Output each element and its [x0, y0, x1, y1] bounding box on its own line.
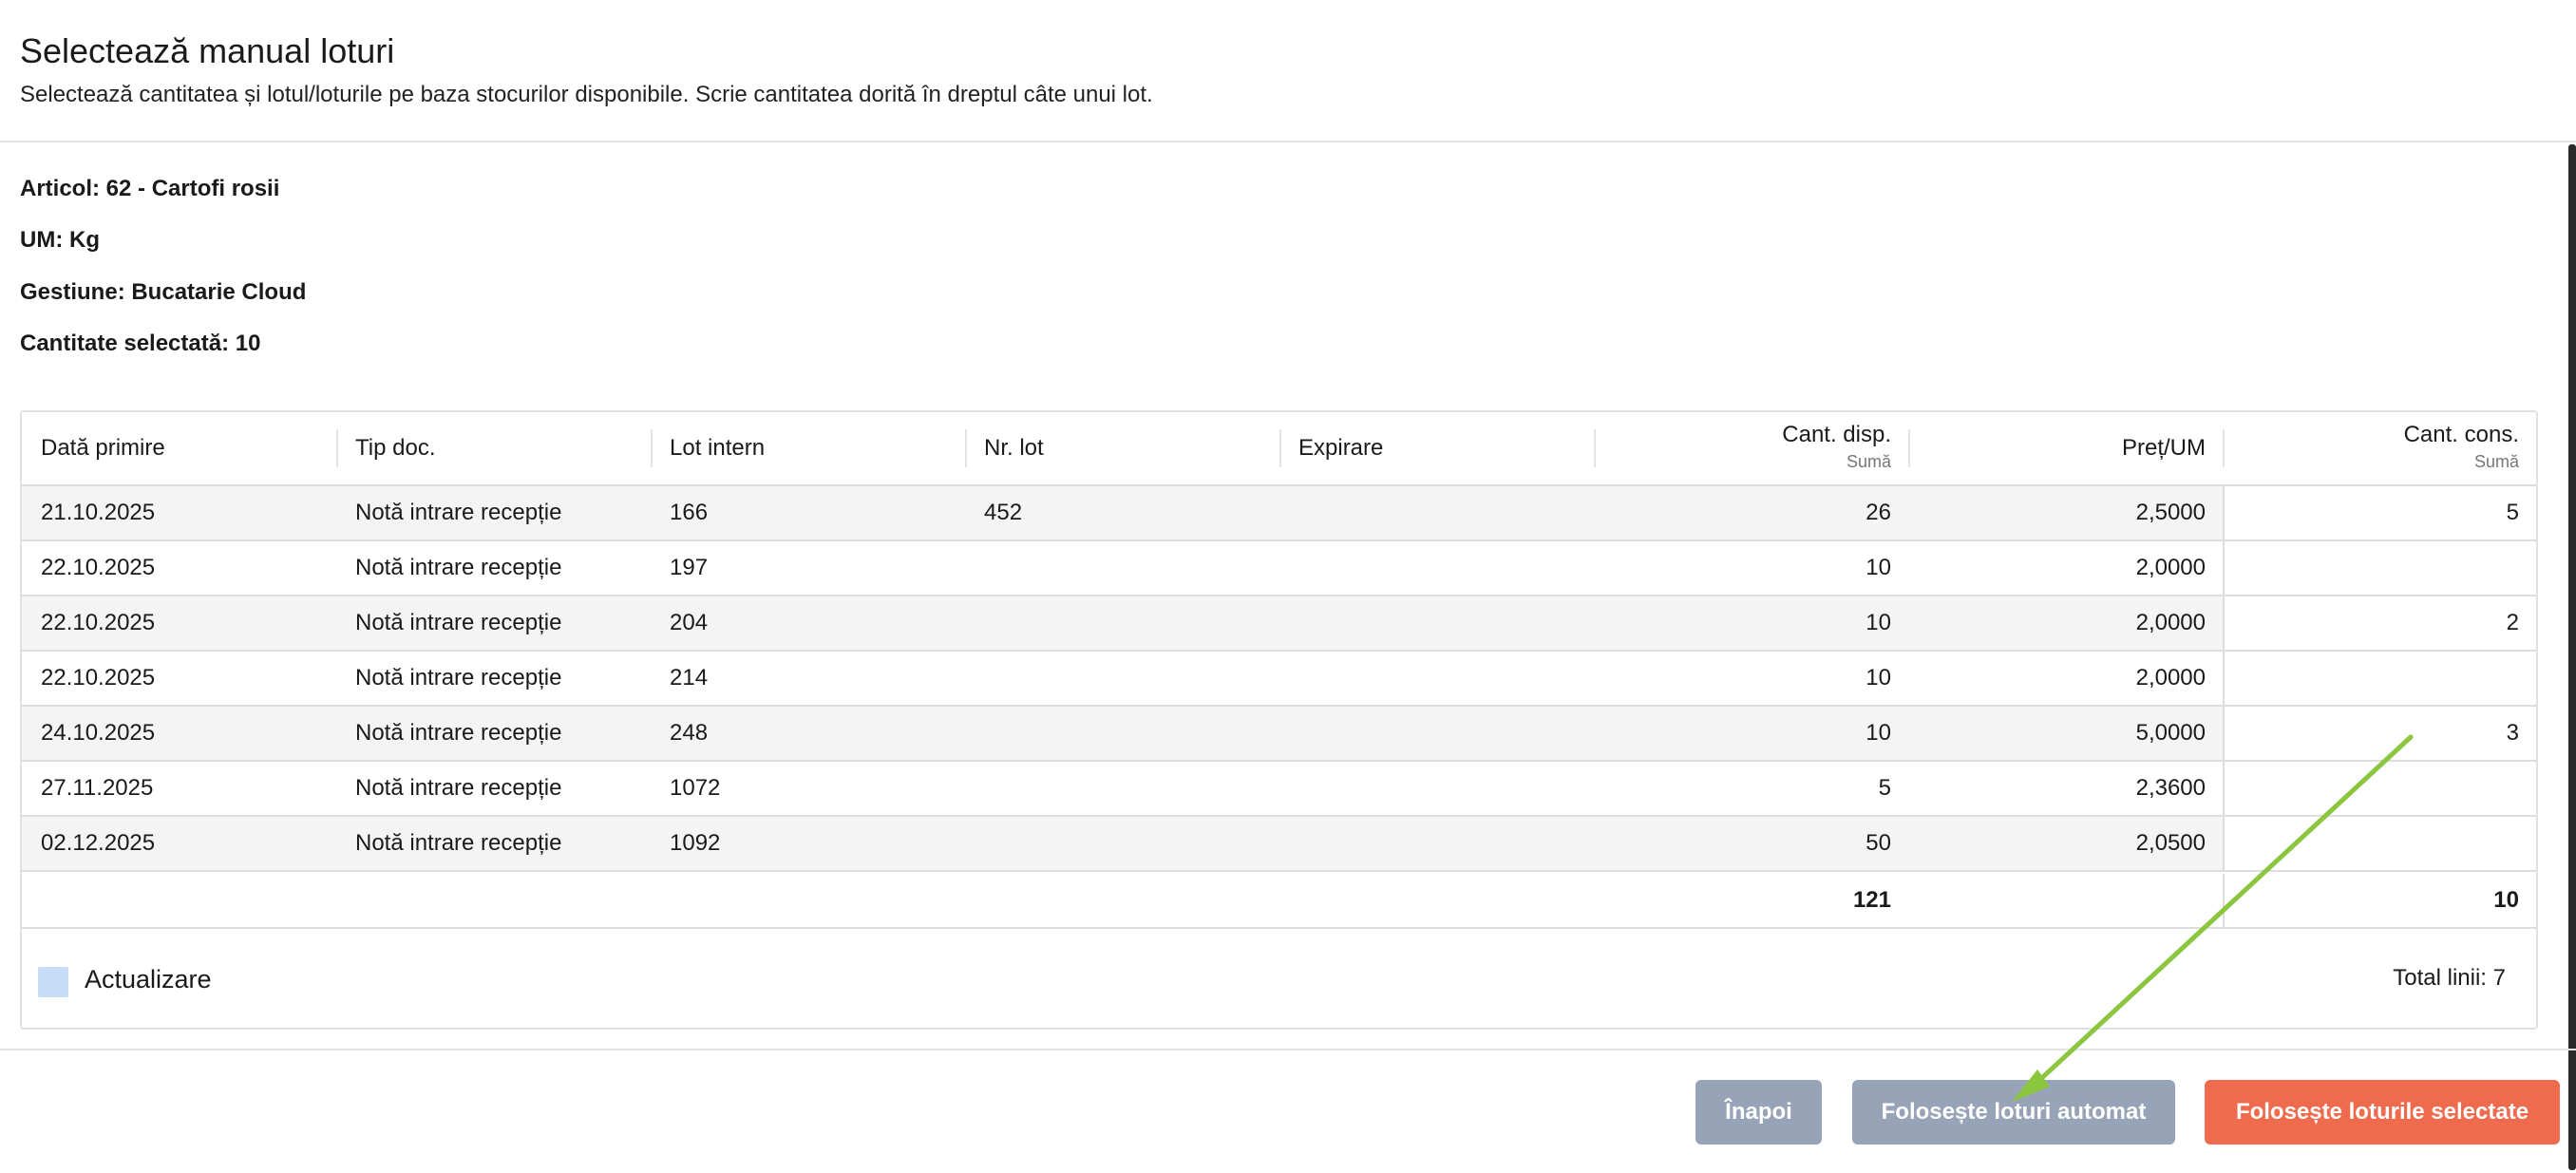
table-row[interactable]: 22.10.2025 Notă intrare recepție 197 10 2,00…: [22, 541, 2536, 596]
table-footer: Actualizare Total linii: 7: [22, 929, 2536, 1028]
cell-lot-number: [984, 707, 1269, 760]
cell-available-qty: 5: [1878, 775, 1891, 801]
cell-doc-type: Notă intrare recepție: [355, 665, 562, 691]
cell-expiry: [1298, 817, 1583, 870]
cell-date: 22.10.2025: [41, 610, 156, 635]
cell-consumed-qty[interactable]: 2: [2225, 596, 2519, 650]
cell-consumed-qty[interactable]: 3: [2225, 707, 2519, 760]
um-info: UM: Kg: [20, 227, 100, 253]
cell-available-qty: 26: [1866, 500, 1891, 525]
cell-internal-lot: 248: [670, 720, 709, 746]
column-header-expiry[interactable]: Expirare: [1281, 412, 1596, 484]
total-available-qty: 121: [1852, 887, 1891, 913]
cell-lot-number: [984, 817, 1269, 870]
column-header-internal-lot[interactable]: Lot intern: [653, 412, 967, 484]
use-selected-lots-button[interactable]: Folosește loturile selectate: [2205, 1080, 2560, 1145]
cell-internal-lot: 214: [670, 665, 709, 691]
cell-available-qty: 10: [1866, 555, 1891, 580]
page-title: Selectează manual loturi: [20, 31, 395, 70]
update-checkbox[interactable]: [38, 967, 68, 997]
cell-consumed-qty[interactable]: [2225, 652, 2519, 705]
cell-internal-lot: 1092: [670, 830, 721, 856]
update-checkbox-label[interactable]: Actualizare: [85, 965, 212, 994]
cell-lot-number: [984, 652, 1269, 705]
use-lots-automatically-button[interactable]: Folosește loturi automat: [1852, 1080, 2175, 1145]
lot-selection-dialog: Selectează manual loturi Selectează cant…: [0, 0, 2576, 1173]
cell-expiry: [1298, 541, 1583, 595]
cell-unit-price: 5,0000: [2135, 720, 2206, 746]
cell-internal-lot: 204: [670, 610, 709, 635]
totals-row: 121 10: [22, 874, 2536, 929]
cell-unit-price: 2,0500: [2135, 830, 2206, 856]
column-header-unit-price[interactable]: Preț/UM: [1910, 412, 2225, 484]
cell-consumed-qty[interactable]: [2225, 817, 2519, 870]
dialog-header: Selectează manual loturi Selectează cant…: [0, 0, 2576, 142]
column-header-date[interactable]: Dată primire: [22, 412, 338, 484]
column-header-consumed-qty[interactable]: Cant. cons. Sumă: [2225, 412, 2536, 484]
table-row[interactable]: 27.11.2025 Notă intrare recepție 1072 5 2,36…: [22, 762, 2536, 817]
cell-date: 27.11.2025: [41, 775, 154, 801]
cell-unit-price: 2,5000: [2135, 500, 2206, 525]
cell-doc-type: Notă intrare recepție: [355, 720, 562, 746]
cell-expiry: [1298, 486, 1583, 539]
cell-lot-number: [984, 541, 1269, 595]
cell-date: 21.10.2025: [41, 500, 156, 525]
cell-unit-price: 2,3600: [2135, 775, 2206, 801]
cell-date: 22.10.2025: [41, 555, 156, 580]
cell-internal-lot: 166: [670, 500, 709, 525]
cell-consumed-qty[interactable]: [2225, 762, 2519, 815]
cell-available-qty: 50: [1866, 830, 1891, 856]
cell-unit-price: 2,0000: [2135, 665, 2206, 691]
cell-lot-number: [984, 762, 1269, 815]
back-button[interactable]: Înapoi: [1695, 1080, 1822, 1145]
vertical-scrollbar[interactable]: [2568, 144, 2576, 1170]
cell-consumed-qty[interactable]: [2225, 541, 2519, 595]
cell-available-qty: 10: [1866, 720, 1891, 746]
table-header: Dată primire Tip doc. Lot intern Nr. lot…: [22, 412, 2536, 486]
gestiune-info: Gestiune: Bucatarie Cloud: [20, 279, 307, 305]
cell-date: 02.12.2025: [41, 830, 156, 856]
cell-doc-type: Notă intrare recepție: [355, 555, 562, 580]
cell-unit-price: 2,0000: [2135, 555, 2206, 580]
cell-expiry: [1298, 762, 1583, 815]
table-row[interactable]: 21.10.2025 Notă intrare recepție 166 452 26 2…: [22, 486, 2536, 541]
footer-divider: [0, 1049, 2576, 1050]
cell-expiry: [1298, 652, 1583, 705]
cell-internal-lot: 197: [670, 555, 709, 580]
cell-expiry: [1298, 596, 1583, 650]
cell-date: 24.10.2025: [41, 720, 156, 746]
table-row[interactable]: 22.10.2025 Notă intrare recepție 204 10 2,00…: [22, 596, 2536, 652]
cell-lot-number: 452: [984, 500, 1023, 525]
cell-unit-price: 2,0000: [2135, 610, 2206, 635]
cell-doc-type: Notă intrare recepție: [355, 500, 562, 525]
cell-available-qty: 10: [1866, 610, 1891, 635]
cell-doc-type: Notă intrare recepție: [355, 775, 562, 801]
available-qty-sum-label: Sumă: [1846, 452, 1891, 471]
cell-consumed-qty[interactable]: 5: [2225, 486, 2519, 539]
cell-expiry: [1298, 707, 1583, 760]
cell-internal-lot: 1072: [670, 775, 721, 801]
column-header-lot-number[interactable]: Nr. lot: [967, 412, 1281, 484]
article-info: Articol: 62 - Cartofi rosii: [20, 176, 280, 201]
table-row[interactable]: 22.10.2025 Notă intrare recepție 214 10 2,00…: [22, 652, 2536, 707]
consumed-qty-sum-label: Sumă: [2473, 452, 2519, 471]
table-row[interactable]: 02.12.2025 Notă intrare recepție 1092 50 2,0…: [22, 817, 2536, 872]
total-consumed-qty: 10: [2493, 887, 2519, 913]
cell-doc-type: Notă intrare recepție: [355, 830, 562, 856]
cell-available-qty: 10: [1866, 665, 1891, 691]
total-lines-count: Total linii: 7: [2393, 965, 2506, 991]
cell-doc-type: Notă intrare recepție: [355, 610, 562, 635]
selected-quantity-info: Cantitate selectată: 10: [20, 331, 261, 356]
table-row[interactable]: 24.10.2025 Notă intrare recepție 248 10 5,00…: [22, 707, 2536, 762]
cell-lot-number: [984, 596, 1269, 650]
cell-date: 22.10.2025: [41, 665, 156, 691]
lots-table: Dată primire Tip doc. Lot intern Nr. lot…: [20, 410, 2538, 1030]
column-header-available-qty[interactable]: Cant. disp. Sumă: [1596, 412, 1910, 484]
page-subtitle: Selectează cantitatea și lotul/loturile …: [20, 82, 1153, 107]
column-header-doc-type[interactable]: Tip doc.: [338, 412, 653, 484]
